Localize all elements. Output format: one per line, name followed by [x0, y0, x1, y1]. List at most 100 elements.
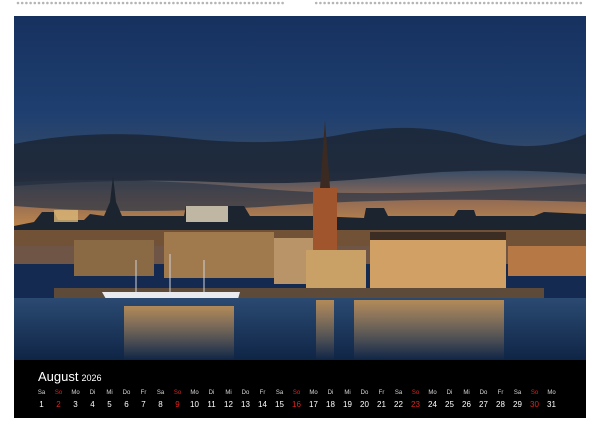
day-number: 2 — [56, 400, 61, 409]
binding-loop — [100, 1, 104, 5]
day-cell: Mo 3 — [67, 389, 84, 411]
binding-loop — [482, 1, 486, 5]
binding-loop — [193, 1, 196, 5]
binding-loop — [503, 1, 507, 5]
binding-loop — [33, 1, 37, 5]
day-number: 29 — [513, 400, 522, 409]
palace-roof — [370, 232, 506, 240]
binding-loop — [281, 1, 284, 5]
day-number: 25 — [445, 400, 454, 409]
weekday-label: Mo — [309, 390, 318, 396]
day-number: 4 — [90, 400, 95, 409]
day-cell: Mo 24 — [424, 389, 441, 411]
right-palace — [370, 236, 506, 294]
weekday-label: Mo — [547, 390, 556, 396]
binding-loop — [453, 1, 457, 5]
binding-loop — [369, 1, 373, 5]
binding-loop — [50, 1, 53, 5]
weekday-label: Mi — [106, 390, 113, 396]
calendar-photo — [14, 16, 586, 360]
binding-loop — [323, 1, 326, 5]
day-number: 3 — [73, 400, 78, 409]
binding-loop — [180, 1, 184, 5]
day-cell: Di 11 — [203, 389, 220, 411]
weekday-label: Do — [122, 390, 131, 396]
weekday-label: Do — [241, 390, 250, 396]
binding-loop — [205, 1, 209, 5]
day-number: 7 — [141, 400, 146, 409]
day-cell: Mi 5 — [101, 389, 118, 411]
day-cell: Fr 21 — [373, 389, 390, 411]
day-number: 30 — [530, 400, 539, 409]
binding-loop — [235, 1, 238, 5]
binding-loop — [172, 1, 175, 5]
binding-loop — [558, 1, 562, 5]
year-label: 2026 — [81, 373, 102, 383]
middle-building — [164, 232, 274, 278]
day-number: 21 — [377, 400, 386, 409]
binding-loop — [445, 1, 448, 5]
binding-loop — [390, 1, 394, 5]
binding-loop — [361, 1, 364, 5]
binding-loop — [520, 1, 524, 5]
weekday-label: So — [292, 390, 301, 396]
binding-loop — [75, 1, 79, 5]
binding-loop — [71, 1, 74, 5]
binding-loop — [88, 1, 91, 5]
binding-loop — [331, 1, 335, 5]
day-number: 28 — [496, 400, 505, 409]
binding-loop — [113, 1, 116, 5]
day-cell: Fr 7 — [135, 389, 152, 411]
weekday-label: Fr — [378, 390, 385, 396]
binding-loop — [487, 1, 490, 5]
binding-loop — [537, 1, 541, 5]
binding-loop — [344, 1, 347, 5]
day-number: 26 — [462, 400, 471, 409]
binding-loop — [499, 1, 503, 5]
binding-loop — [79, 1, 83, 5]
binding-loop — [46, 1, 49, 5]
day-cell: Do 6 — [118, 389, 135, 411]
weekday-label: Mo — [190, 390, 199, 396]
left-building — [74, 240, 154, 276]
weekday-label: Sa — [156, 390, 165, 396]
binding-loop — [243, 1, 247, 5]
day-cell: Sa 22 — [390, 389, 407, 411]
binding-loop — [251, 1, 255, 5]
binding-loop — [159, 1, 163, 5]
binding-loop — [382, 1, 385, 5]
binding-loop — [209, 1, 213, 5]
binding-loop — [352, 1, 356, 5]
binding-loop — [92, 1, 95, 5]
day-cell: So 2 — [50, 389, 67, 411]
binding-loop — [457, 1, 461, 5]
weekday-label: So — [54, 390, 63, 396]
binding-loop — [314, 1, 318, 5]
binding-loop — [20, 1, 24, 5]
day-number: 16 — [292, 400, 301, 409]
weekday-label: Fr — [140, 390, 147, 396]
binding-loop — [272, 1, 276, 5]
binding-loop — [125, 1, 129, 5]
binding-loop — [327, 1, 331, 5]
weekday-label: Mi — [463, 390, 470, 396]
lit-building — [54, 210, 78, 222]
day-grid: Sa 1 So 2 Mo 3 Di 4 Mi 5 Do 6 Fr 7 Sa 8 So 9 Mo 10 Di 11 Mi 12 D… — [33, 389, 585, 413]
binding-loop — [466, 1, 469, 5]
weekday-label: Mi — [225, 390, 232, 396]
day-cell: Do 27 — [475, 389, 492, 411]
binding-loop — [268, 1, 272, 5]
binding-loop — [474, 1, 478, 5]
binding-loop — [176, 1, 179, 5]
binding-loop — [67, 1, 70, 5]
binding-loop — [277, 1, 280, 5]
day-number: 9 — [175, 400, 180, 409]
reflection-left — [124, 306, 234, 360]
binding-loop — [83, 1, 87, 5]
binding-loop — [533, 1, 536, 5]
weekday-label: So — [173, 390, 182, 396]
weekday-label: Do — [360, 390, 369, 396]
day-cell: Fr 28 — [492, 389, 509, 411]
binding-loop — [16, 1, 20, 5]
binding-loop — [197, 1, 200, 5]
